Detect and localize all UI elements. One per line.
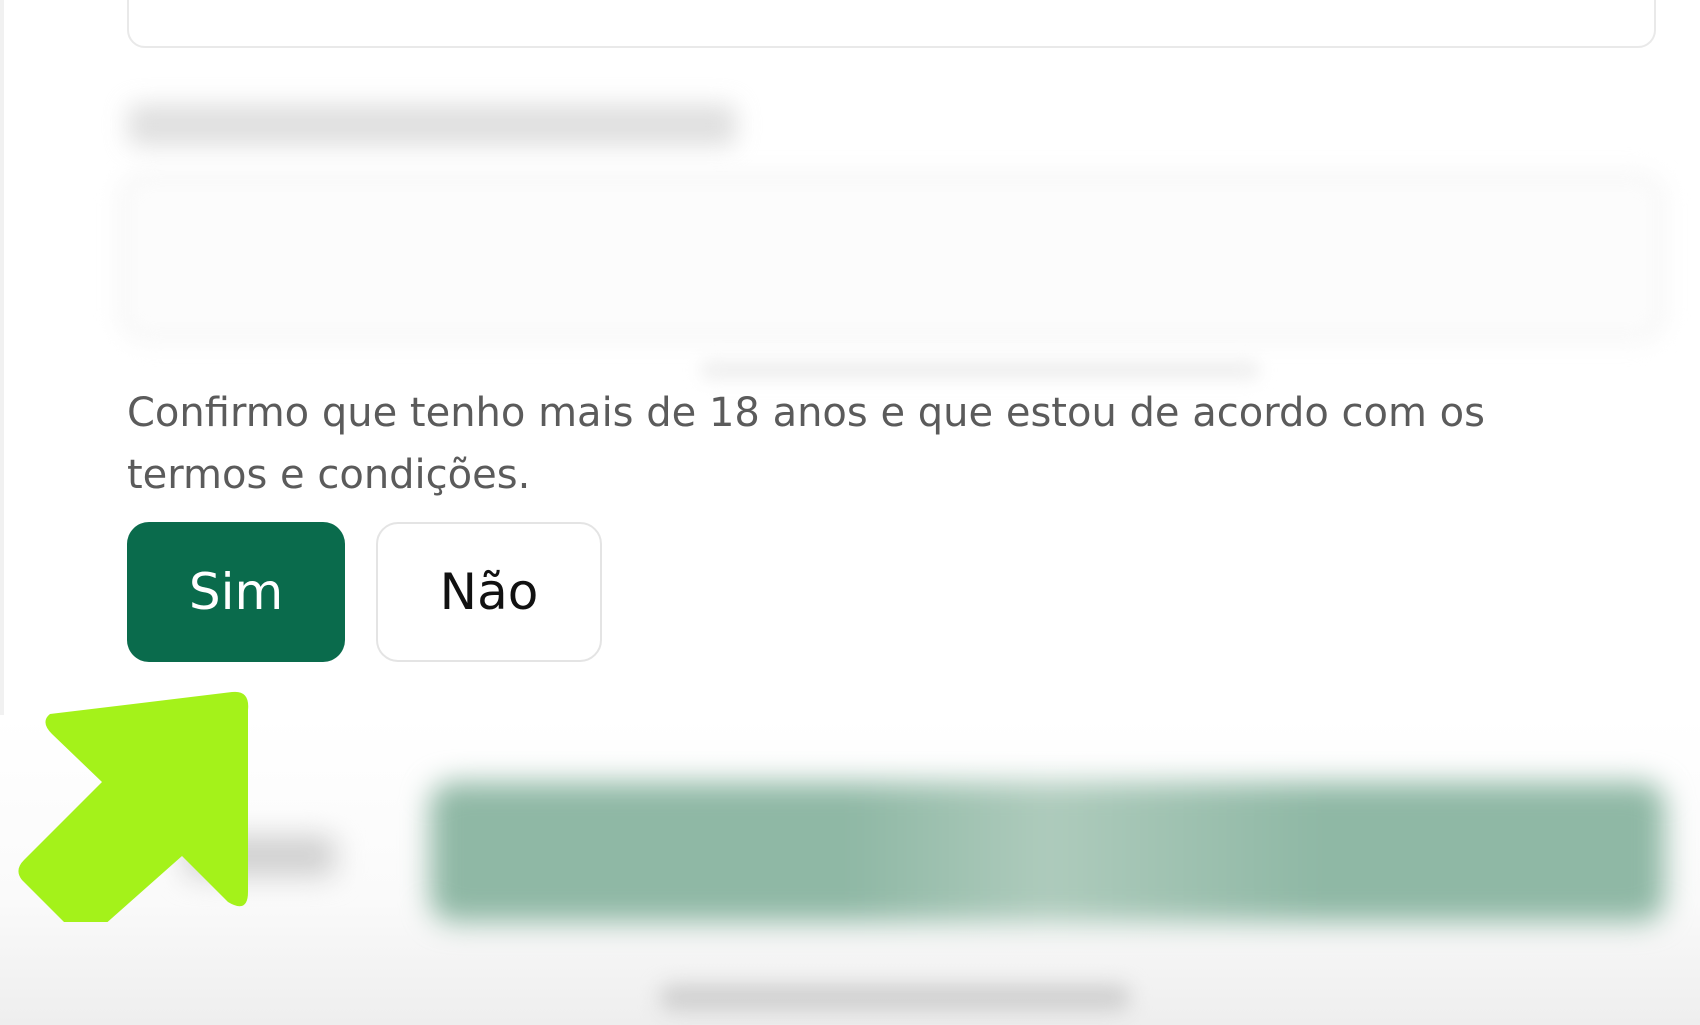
arrow-up-left-icon: [18, 691, 249, 922]
blurred-input-field[interactable]: [118, 172, 1666, 342]
blurred-field-label: [128, 104, 736, 146]
blurred-helper-text: [700, 360, 1260, 380]
previous-input-field[interactable]: [127, 0, 1656, 48]
blurred-submit-button[interactable]: [430, 782, 1665, 922]
left-edge-strip: [0, 0, 4, 715]
no-button[interactable]: Não: [376, 522, 602, 662]
blurred-footer-text: [660, 985, 1130, 1011]
yes-button[interactable]: Sim: [127, 522, 345, 662]
age-terms-confirmation-text: Confirmo que tenho mais de 18 anos e que…: [127, 390, 1485, 498]
